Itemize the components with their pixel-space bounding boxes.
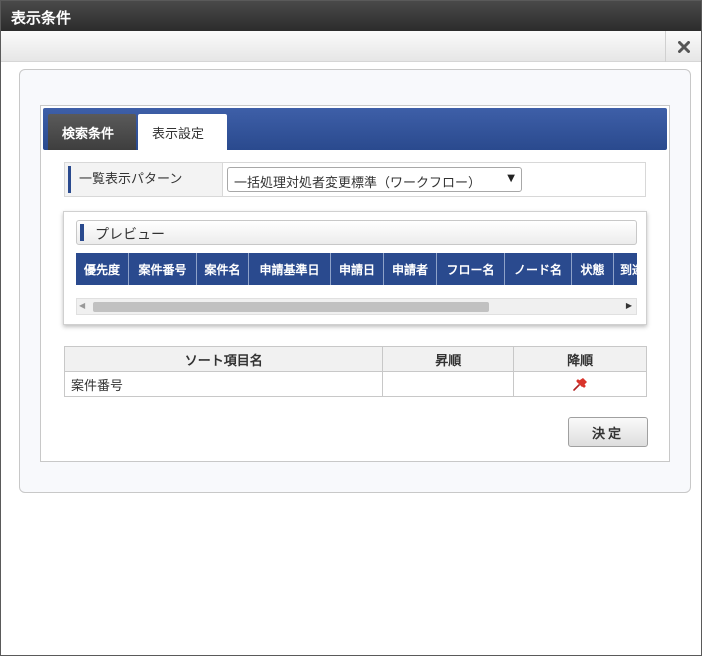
grid-column-header[interactable]: 優先度 (76, 253, 129, 285)
pattern-row: 一覧表示パターン 一括処理対処者変更標準（ワークフロー） ▼ (64, 162, 646, 197)
horizontal-scrollbar[interactable]: ◀ ▶ (76, 298, 637, 315)
close-button[interactable] (665, 31, 701, 62)
preview-grid-header: 優先度 案件番号 案件名 申請基準日 申請日 申請者 フロー名 ノード名 状態 … (76, 253, 637, 285)
grid-column-header[interactable]: 案件名 (197, 253, 249, 285)
ascending-cell[interactable] (382, 371, 515, 397)
dropdown-arrow-icon: ▼ (507, 173, 515, 184)
descending-header: 降順 (513, 346, 647, 372)
pin-icon[interactable] (571, 376, 589, 392)
dialog-titlebar[interactable]: 表示条件 (1, 1, 701, 31)
table-row: 案件番号 (63, 371, 647, 397)
descending-cell[interactable] (513, 371, 647, 397)
scroll-left-icon[interactable]: ◀ (79, 301, 85, 310)
label-accent-bar (68, 166, 71, 193)
scroll-right-icon[interactable]: ▶ (626, 301, 632, 310)
grid-column-header[interactable]: ノード名 (505, 253, 572, 285)
tab-search-conditions[interactable]: 検索条件 (48, 114, 136, 150)
preview-header: プレビュー (76, 220, 637, 245)
grid-column-header[interactable]: 案件番号 (129, 253, 197, 285)
pattern-select-value: 一括処理対処者変更標準（ワークフロー） (234, 176, 482, 191)
sort-item-name-header: ソート項目名 (63, 346, 384, 372)
preview-panel: プレビュー 優先度 案件番号 案件名 申請基準日 申請日 申請者 フロー名 ノー… (63, 211, 647, 325)
dialog-title: 表示条件 (11, 9, 72, 27)
grid-column-header[interactable]: フロー名 (437, 253, 505, 285)
grid-column-header[interactable]: 申請日 (331, 253, 384, 285)
ascending-header: 昇順 (382, 346, 515, 372)
tab-display-settings[interactable]: 表示設定 (138, 114, 227, 150)
sort-table: ソート項目名 昇順 降順 案件番号 (63, 346, 647, 397)
close-icon (677, 40, 690, 53)
grid-column-header[interactable]: 状態 (572, 253, 614, 285)
preview-title: プレビュー (95, 227, 165, 243)
preview-grid: 優先度 案件番号 案件名 申請基準日 申請日 申請者 フロー名 ノード名 状態 … (76, 253, 637, 285)
pattern-select[interactable]: 一括処理対処者変更標準（ワークフロー） ▼ (227, 167, 522, 192)
display-conditions-dialog: 表示条件 検索条件 表示設定 一覧表示パターン 一括処理対処者変更標準（ワークフ… (0, 0, 702, 656)
grid-column-header[interactable]: 申請者 (384, 253, 437, 285)
decide-button[interactable]: 決定 (568, 417, 648, 447)
dialog-toolbar (1, 31, 701, 62)
sort-item-name: 案件番号 (63, 371, 384, 397)
grid-column-header[interactable]: 到達日 (614, 253, 637, 285)
preview-accent-bar (80, 224, 84, 241)
settings-panel: 検索条件 表示設定 一覧表示パターン 一括処理対処者変更標準（ワークフロー） ▼… (40, 105, 670, 462)
pattern-label-cell: 一覧表示パターン (65, 163, 223, 196)
sort-table-header-row: ソート項目名 昇順 降順 (63, 346, 647, 372)
pattern-label: 一覧表示パターン (79, 172, 183, 187)
content-panel: 検索条件 表示設定 一覧表示パターン 一括処理対処者変更標準（ワークフロー） ▼… (19, 69, 691, 493)
tab-bar: 検索条件 表示設定 (43, 108, 667, 150)
scrollbar-thumb[interactable] (93, 302, 489, 312)
grid-column-header[interactable]: 申請基準日 (249, 253, 331, 285)
